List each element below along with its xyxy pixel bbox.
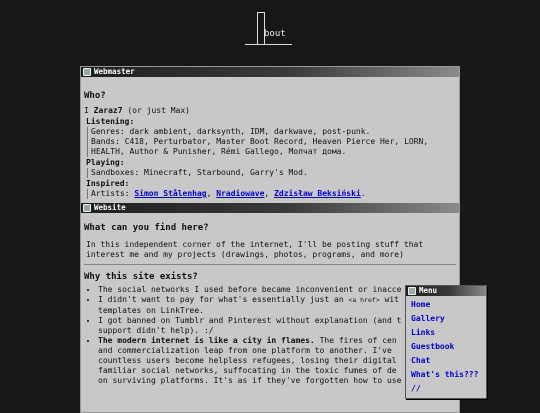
genres-text: Genres: dark ambient, darksynth, IDM, da… (91, 127, 371, 136)
what-heading: What can you find here? (84, 223, 209, 233)
webmaster-titlebar: Webmaster (81, 67, 459, 77)
sandboxes-text: Sandboxes: Minecraft, Starbound, Garry's… (91, 168, 308, 177)
menu-titlebar[interactable]: Menu (406, 286, 486, 296)
why-list: The social networks I used before became… (84, 285, 456, 386)
logo-text: bout (264, 29, 286, 39)
playing-box: Sandboxes: Minecraft, Starbound, Garry's… (87, 168, 456, 178)
code-snippet: <a href> (348, 297, 380, 304)
list-item-text: on surviving platforms. It's as if they'… (98, 376, 445, 385)
menu-item-home[interactable]: Home (411, 298, 486, 312)
listening-box: Genres: dark ambient, darksynth, IDM, da… (87, 127, 456, 157)
why-heading: Why this site exists? (84, 272, 198, 282)
menu-item-comment[interactable]: // (411, 382, 486, 396)
logo-underline (245, 44, 292, 45)
window-icon (83, 68, 91, 76)
main-window: Webmaster Who? I Zaraz7 (or just Max) Li… (80, 66, 460, 413)
site-logo: bout (245, 12, 305, 48)
webmaster-section: Who? I Zaraz7 (or just Max) Listening: G… (81, 77, 459, 201)
website-section: What can you find here? In this independ… (81, 213, 459, 388)
who-heading: Who? (84, 91, 106, 101)
list-item-text: I didn't want to pay for what's essentia… (98, 295, 344, 304)
inspired-box: Artists: Simon Stålenhag, Nradiowave, Zd… (87, 189, 456, 199)
webmaster-title: Webmaster (94, 67, 135, 76)
list-item-text: countless users become helpless refugees… (98, 356, 397, 365)
what-text: In this independent corner of the intern… (84, 240, 456, 260)
bands-text: Bands: C418, Perturbator, Master Boot Re… (91, 137, 429, 146)
list-item: The social networks I used before became… (98, 285, 456, 295)
list-item-text: and commercialization leap from one plat… (98, 346, 392, 355)
what-text-line1: In this independent corner of the intern… (86, 240, 424, 249)
window-icon (83, 204, 91, 212)
intro-text: I Zaraz7 (or just Max) (84, 106, 190, 115)
divider (84, 264, 456, 265)
menu-window: Menu Home Gallery Links Guestbook Chat W… (405, 285, 487, 399)
playing-label: Playing: (86, 158, 125, 167)
menu-title: Menu (419, 286, 438, 295)
bands-text-2: HEALTH, Author & Punisher, Rémi Gallego,… (91, 147, 347, 156)
list-item-text: support didn't help). :/ (98, 326, 214, 335)
list-item-text: The fires of cen (319, 336, 397, 345)
list-item-text: templates on LinkTree. (98, 306, 204, 315)
list-item-text: I got banned on Tumblr and Pinterest wit… (98, 316, 402, 325)
website-title: Website (94, 203, 126, 212)
artist-link-stalenhag[interactable]: Simon Stålenhag (134, 189, 206, 198)
website-titlebar: Website (81, 203, 459, 213)
menu-item-gallery[interactable]: Gallery (411, 312, 486, 326)
what-text-line2: interest me and my projects (drawings, p… (86, 250, 404, 259)
list-item-text: familiar social networks, suffocating in… (98, 366, 397, 375)
artist-link-beksinski[interactable]: Zdzisław Beksiński (274, 189, 361, 198)
list-item-text: wit (384, 295, 399, 304)
list-item: The modern internet is like a city in fl… (98, 336, 456, 386)
artists-prefix: Artists: (91, 189, 130, 198)
menu-item-guestbook[interactable]: Guestbook (411, 340, 486, 354)
menu-item-links[interactable]: Links (411, 326, 486, 340)
menu-item-whats-this[interactable]: What's this??? (411, 368, 486, 382)
list-item: I got banned on Tumblr and Pinterest wit… (98, 316, 456, 336)
inspired-label: Inspired: (86, 179, 130, 188)
window-icon (408, 287, 416, 295)
list-item-bold: The modern internet is like a city in fl… (98, 336, 315, 345)
menu-list: Home Gallery Links Guestbook Chat What's… (406, 296, 486, 396)
list-item: I didn't want to pay for what's essentia… (98, 295, 456, 316)
listening-label: Listening: (86, 117, 135, 126)
artist-link-nradiowave[interactable]: Nradiowave (216, 189, 264, 198)
menu-item-chat[interactable]: Chat (411, 354, 486, 368)
